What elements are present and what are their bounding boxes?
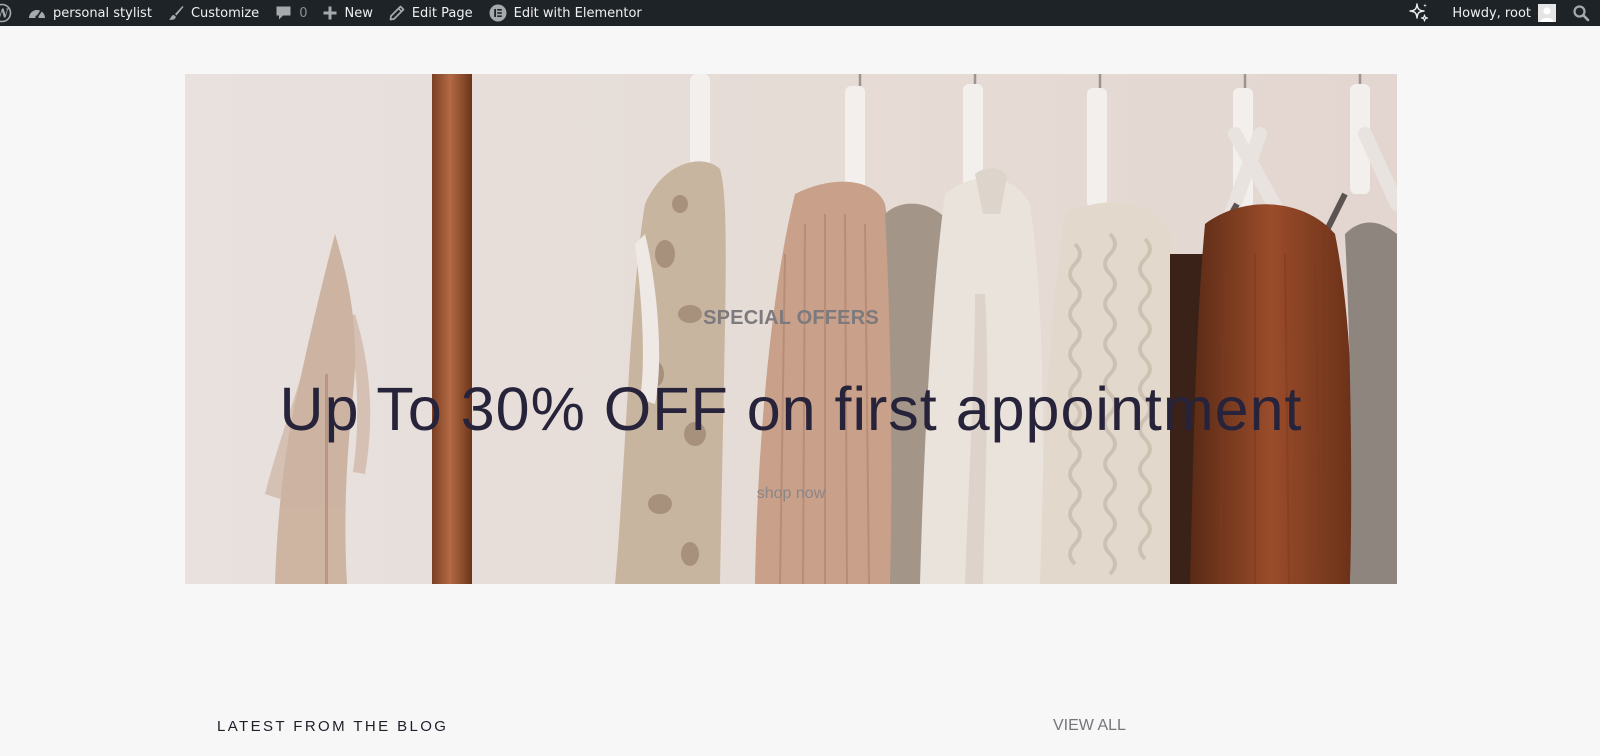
plus-icon	[323, 6, 337, 20]
admin-bar-left: W personal stylist Customize 0 New Edit …	[0, 0, 650, 26]
edit-with-elementor-button[interactable]: Edit with Elementor	[481, 0, 650, 26]
search-icon	[1572, 4, 1590, 22]
new-label: New	[344, 5, 373, 21]
blog-section-heading: LATEST FROM THE BLOG	[217, 718, 449, 735]
shop-now-link[interactable]: shop now	[185, 485, 1397, 503]
user-avatar-icon	[1538, 4, 1556, 22]
hero-title: Up To 30% OFF on first appointment	[279, 375, 1303, 443]
edit-page-label: Edit Page	[411, 5, 473, 21]
new-content-button[interactable]: New	[315, 0, 380, 26]
pencil-icon	[389, 5, 405, 21]
customize-button[interactable]: Customize	[160, 0, 267, 26]
edit-with-elementor-label: Edit with Elementor	[513, 5, 642, 21]
elementor-logo-icon	[489, 4, 507, 22]
paintbrush-icon	[168, 5, 184, 21]
search-button[interactable]	[1564, 0, 1600, 26]
comments-button[interactable]: 0	[267, 0, 315, 26]
edit-page-button[interactable]: Edit Page	[381, 0, 481, 26]
site-name-menu[interactable]: personal stylist	[20, 0, 160, 26]
sparkle-icon	[1408, 2, 1430, 24]
hero-banner: SPECIAL OFFERS Up To 30% OFF on first ap…	[185, 74, 1397, 584]
ai-sparkle-button[interactable]	[1400, 0, 1444, 26]
my-account-menu[interactable]: Howdy, root	[1444, 0, 1564, 26]
wordpress-logo-button[interactable]: W	[0, 0, 20, 26]
svg-text:W: W	[0, 7, 9, 21]
comments-count: 0	[299, 5, 308, 21]
view-all-link[interactable]: VIEW ALL	[1053, 717, 1126, 735]
customize-label: Customize	[190, 5, 260, 21]
comment-bubble-icon	[275, 5, 292, 21]
admin-bar: W personal stylist Customize 0 New Edit …	[0, 0, 1600, 26]
dashboard-gauge-icon	[28, 5, 46, 21]
hero-eyebrow: SPECIAL OFFERS	[703, 307, 879, 329]
howdy-label: Howdy, root	[1452, 5, 1531, 21]
avatar	[1538, 4, 1556, 22]
site-name-label: personal stylist	[53, 5, 152, 21]
admin-bar-right: Howdy, root	[1400, 0, 1600, 26]
wordpress-logo-icon: W	[0, 3, 12, 23]
